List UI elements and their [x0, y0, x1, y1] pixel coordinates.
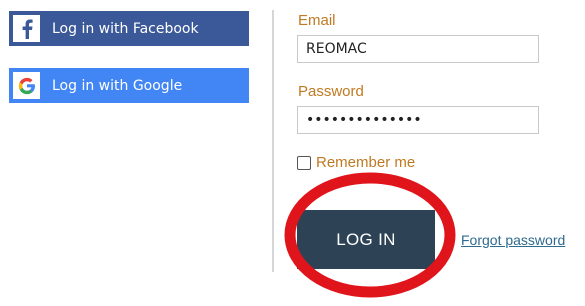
facebook-icon	[13, 15, 40, 42]
remember-me-checkbox[interactable]	[297, 155, 311, 170]
google-login-button[interactable]: Log in with Google	[9, 68, 249, 103]
email-label: Email	[298, 12, 336, 29]
facebook-login-label: Log in with Facebook	[52, 20, 199, 37]
password-label: Password	[298, 83, 364, 100]
forgot-password-link[interactable]: Forgot password	[461, 232, 565, 248]
google-icon	[13, 72, 40, 99]
remember-me-label[interactable]: Remember me	[316, 154, 415, 171]
login-button[interactable]: LOG IN	[297, 210, 435, 269]
email-field[interactable]	[297, 35, 539, 63]
vertical-divider	[272, 10, 274, 272]
remember-me-row[interactable]: Remember me	[297, 154, 415, 171]
password-field[interactable]	[297, 106, 539, 134]
facebook-login-button[interactable]: Log in with Facebook	[9, 11, 249, 46]
google-login-label: Log in with Google	[52, 77, 183, 94]
